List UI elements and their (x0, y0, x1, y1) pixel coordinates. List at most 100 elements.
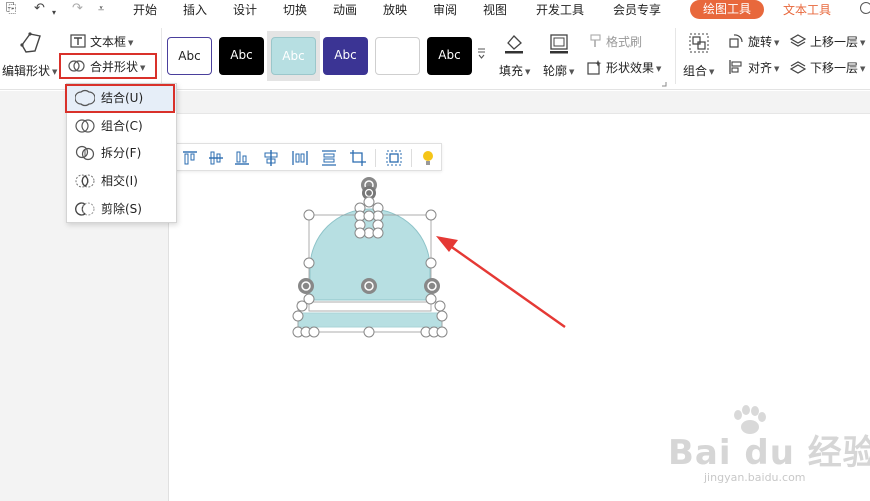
text-box-icon (70, 34, 86, 48)
text-box-button[interactable]: 文本框 ▼ (90, 35, 133, 50)
caret-down-icon: ▼ (569, 68, 575, 76)
canvas-top-margin (168, 91, 870, 113)
lightbulb-icon[interactable] (419, 149, 437, 167)
edit-shape-icon[interactable] (18, 31, 44, 55)
caret-down-icon: ▼ (140, 64, 146, 72)
tab-insert[interactable]: 插入 (183, 2, 207, 18)
rotate-handle-icon[interactable] (424, 278, 440, 294)
merge-combine-label: 组合(C) (101, 119, 143, 133)
merge-fragment-item[interactable]: 拆分(F) (67, 140, 176, 166)
select-pane-icon[interactable] (385, 149, 403, 167)
distribute-horizontal-icon[interactable] (291, 149, 309, 167)
dialog-launcher-icon[interactable] (661, 81, 667, 87)
combine-icon (75, 119, 95, 133)
format-painter-button[interactable]: 格式刷 (606, 35, 642, 49)
align-icon (729, 60, 742, 74)
merge-subtract-item[interactable]: 剪除(S) (67, 196, 176, 222)
quick-access-more-icon[interactable]: ⩡ (98, 1, 104, 17)
tab-design[interactable]: 设计 (233, 2, 257, 18)
send-backward-icon (789, 61, 807, 74)
tab-developer[interactable]: 开发工具 (536, 2, 584, 18)
caret-down-icon: ▼ (774, 65, 780, 73)
align-middle-icon[interactable] (207, 149, 225, 167)
format-painter-icon (590, 34, 601, 47)
align-center-icon[interactable] (262, 149, 280, 167)
tab-drawing-tools[interactable]: 绘图工具 (690, 0, 764, 19)
selected-shape-group[interactable] (280, 170, 580, 345)
tab-text-tools[interactable]: 文本工具 (783, 2, 831, 18)
watermark-brand: Bai du 经验 (668, 433, 870, 473)
caret-down-icon: ▼ (128, 39, 134, 47)
redo-icon[interactable]: ↷ (72, 1, 83, 17)
align-top-icon[interactable] (181, 149, 199, 167)
watermark-url: jingyan.baidu.com (704, 471, 806, 484)
crop-icon[interactable] (349, 149, 367, 167)
tab-slideshow[interactable]: 放映 (383, 2, 407, 18)
style-swatch-4[interactable]: Abc (323, 37, 368, 75)
divider (675, 28, 676, 84)
divider (375, 149, 376, 167)
undo-dropdown-icon[interactable]: ▾ (52, 5, 56, 21)
merge-intersect-label: 相交(I) (101, 174, 138, 188)
app-window: ⎘ ↶ ▾ ↷ ⩡ 开始 插入 设计 切换 动画 放映 审阅 视图 开发工具 会… (0, 0, 870, 501)
style-swatch-5[interactable] (375, 37, 420, 75)
merge-shapes-label: 合并形状 (90, 60, 139, 74)
merge-shapes-menu: 结合(U) 组合(C) 拆分(F) 相交(I) 剪除(S) (65, 83, 177, 223)
tab-start[interactable]: 开始 (133, 2, 157, 18)
rotate-button[interactable]: 旋转 ▼ (748, 35, 779, 50)
caret-down-icon: ▼ (860, 65, 866, 73)
divider (161, 28, 162, 84)
send-backward-label: 下移一层 (810, 61, 859, 75)
outline-label: 轮廓 (543, 64, 568, 78)
style-swatch-6[interactable]: Abc (427, 37, 472, 75)
shape-effects-label: 形状效果 (606, 61, 655, 75)
group-button[interactable]: 组合 ▼ (683, 64, 714, 79)
tab-animation[interactable]: 动画 (333, 2, 357, 18)
merge-subtract-label: 剪除(S) (101, 202, 142, 216)
menu-bar: ⎘ ↶ ▾ ↷ ⩡ 开始 插入 设计 切换 动画 放映 审阅 视图 开发工具 会… (0, 0, 870, 20)
merge-shapes-button[interactable]: 合并形状 ▼ (90, 60, 145, 75)
edit-shape-button[interactable]: 编辑形状 ▼ (2, 64, 57, 79)
intersect-icon (75, 174, 95, 188)
shape-effects-icon (587, 60, 602, 75)
group-label: 组合 (683, 64, 708, 78)
rotate-handle-icon[interactable] (361, 278, 377, 294)
fill-button[interactable]: 填充 ▼ (499, 64, 530, 79)
merge-shapes-icon (68, 60, 85, 72)
merge-intersect-item[interactable]: 相交(I) (67, 168, 176, 194)
outline-button[interactable]: 轮廓 ▼ (543, 64, 574, 79)
group-icon (689, 33, 709, 53)
edit-shape-label: 编辑形状 (2, 64, 51, 78)
search-icon[interactable] (860, 2, 870, 14)
align-button[interactable]: 对齐 ▼ (748, 61, 779, 76)
undo-icon[interactable]: ↶ (34, 1, 45, 17)
baidu-watermark: Bai du 经验 jingyan.baidu.com (668, 405, 870, 497)
style-swatch-1[interactable]: Abc (167, 37, 212, 75)
divider (411, 149, 412, 167)
bring-forward-button[interactable]: 上移一层 ▼ (810, 35, 865, 50)
bring-forward-icon (789, 34, 807, 47)
tab-member[interactable]: 会员专享 (613, 2, 661, 18)
outline-icon (550, 34, 568, 54)
tab-review[interactable]: 审阅 (433, 2, 457, 18)
style-swatch-3-selected[interactable]: Abc (271, 37, 316, 75)
base-shape[interactable] (297, 312, 443, 328)
caret-down-icon: ▼ (860, 39, 866, 47)
tab-view[interactable]: 视图 (483, 2, 507, 18)
style-swatch-2[interactable]: Abc (219, 37, 264, 75)
caret-down-icon: ▼ (52, 68, 58, 76)
print-preview-icon[interactable]: ⎘ (6, 1, 16, 17)
distribute-vertical-icon[interactable] (320, 149, 338, 167)
rotate-handle-icon[interactable] (298, 278, 314, 294)
union-item-highlight (65, 84, 175, 113)
caret-down-icon: ▼ (656, 65, 662, 73)
ribbon: 编辑形状▼ 文本框▼ 合并形状▼ Abc Abc Abc Abc Abc (0, 20, 870, 90)
caret-down-icon: ▼ (525, 68, 531, 76)
align-bottom-icon[interactable] (233, 149, 251, 167)
shape-effects-button[interactable]: 形状效果 ▼ (606, 61, 661, 76)
styles-more-icon[interactable] (477, 46, 486, 60)
caret-down-icon: ▼ (709, 68, 715, 76)
tab-transition[interactable]: 切换 (283, 2, 307, 18)
send-backward-button[interactable]: 下移一层 ▼ (810, 61, 865, 76)
merge-combine-item[interactable]: 组合(C) (67, 113, 176, 139)
